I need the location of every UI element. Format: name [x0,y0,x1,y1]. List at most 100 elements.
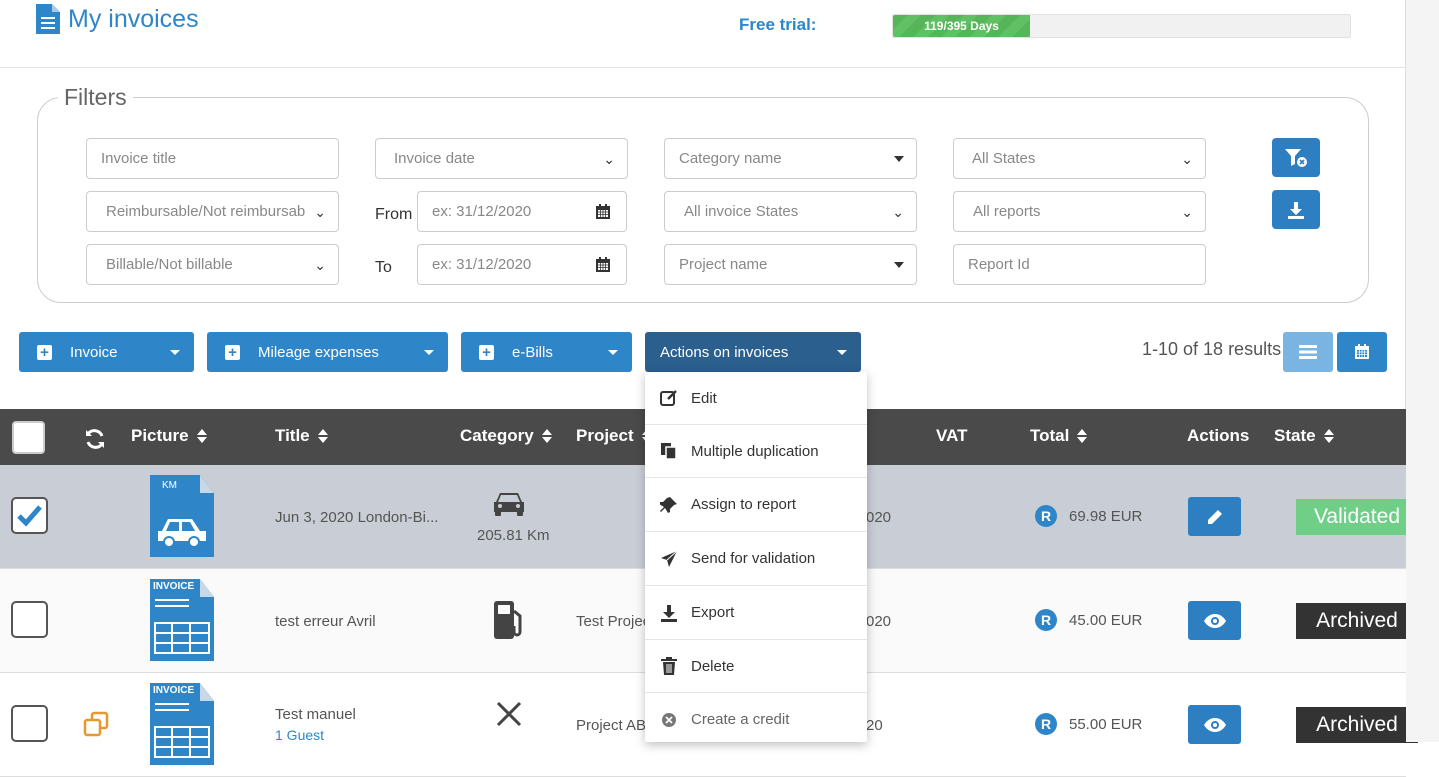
scrollbar-track[interactable] [1406,0,1439,742]
menu-item-assign-to-report[interactable]: Assign to report [645,478,867,532]
menu-item-delete[interactable]: Delete [645,640,867,693]
guest-link[interactable]: 1 Guest [275,727,324,743]
to-date-input[interactable]: ex: 31/12/2020 [417,244,580,285]
menu-item-create-credit[interactable]: Create a credit [645,693,867,746]
doc-label: INVOICE [153,581,195,592]
invoice-states-select[interactable]: All invoice States ⌄ [664,191,917,232]
reports-select[interactable]: All reports ⌄ [953,191,1206,232]
status-text: Archived [1316,609,1398,632]
row-date: 020 [866,509,892,526]
category-name-select[interactable]: Category name [664,138,917,179]
header-picture[interactable]: Picture [131,426,207,446]
download-icon [1288,201,1304,219]
mileage-expenses-button[interactable]: + Mileage expenses [207,332,448,372]
filter-clear-icon [1285,148,1307,167]
list-view-button[interactable] [1283,332,1333,372]
view-button[interactable] [1188,705,1241,744]
plus-icon: + [225,344,240,360]
menu-item-label: Assign to report [691,496,797,513]
status-text: Validated [1313,505,1400,528]
status-text: Archived [1316,713,1398,736]
header-vat[interactable]: VAT [936,426,967,446]
results-count: 1-10 of 18 results [1142,339,1282,359]
header-total[interactable]: Total [1030,426,1088,446]
download-icon [659,603,679,623]
to-date-placeholder: ex: 31/12/2020 [432,256,532,273]
eye-icon [1203,613,1226,628]
menu-item-export[interactable]: Export [645,586,867,640]
trial-progress-fill: 119/395 Days [893,15,1030,37]
chevron-down-icon: ⌄ [1181,204,1193,220]
invoice-table-icon [154,703,210,758]
menu-item-label: Delete [691,657,735,675]
menu-item-send-for-validation[interactable]: Send for validation [645,532,867,586]
caret-down-icon [894,156,904,162]
caret-down-icon [608,350,618,355]
status-badge: Archived [1296,707,1418,743]
to-calendar-button[interactable] [579,244,627,285]
status-badge: Archived [1296,603,1418,647]
trial-progress-bar: 119/395 Days [892,14,1351,38]
edit-icon [659,388,679,408]
invoice-button[interactable]: + Invoice [19,332,194,372]
from-date-input[interactable]: ex: 31/12/2020 [417,191,580,232]
row-date: 020 [866,613,892,630]
plus-icon: + [479,344,494,360]
chevron-down-icon: ⌄ [314,257,326,273]
row-checkbox[interactable] [11,497,48,534]
mileage-document-picture[interactable]: KM [150,475,214,557]
document-icon [36,4,60,34]
menu-item-edit[interactable]: Edit [645,372,867,425]
ebills-button[interactable]: + e-Bills [461,332,632,372]
invoice-document-picture[interactable]: INVOICE [150,683,214,765]
reimbursable-badge: R [1035,609,1057,631]
download-button[interactable] [1272,190,1320,229]
row-title: Test manuel [275,706,356,723]
from-date-placeholder: ex: 31/12/2020 [432,203,532,220]
row-total: 45.00 EUR [1069,612,1143,629]
select-all-checkbox[interactable] [12,421,45,454]
header-title[interactable]: Title [275,426,328,446]
invoice-document-picture[interactable]: INVOICE [150,579,214,661]
sort-icon [317,429,328,443]
row-checkbox[interactable] [11,705,48,742]
actions-on-invoices-button[interactable]: Actions on invoices [645,332,861,372]
calendar-view-button[interactable] [1337,332,1387,372]
header-state[interactable]: State [1274,426,1334,446]
clear-filters-button[interactable] [1272,138,1320,177]
header-category[interactable]: Category [460,426,552,446]
calendar-icon [595,203,610,219]
to-label: To [375,259,392,276]
trial-label: Free trial: [739,15,817,34]
reimbursable-select[interactable]: Reimbursable/Not reimbursab ⌄ [86,191,339,232]
circle-x-icon [659,710,679,730]
invoice-date-select[interactable]: Invoice date ⌄ [375,138,628,179]
report-id-input[interactable]: Report Id [953,244,1206,285]
edit-button[interactable] [1188,497,1241,536]
header-total-label: Total [1030,426,1070,445]
caret-down-icon [837,350,847,355]
billable-select[interactable]: Billable/Not billable ⌄ [86,244,339,285]
page-title: My invoices [36,4,199,34]
car-icon [158,519,206,548]
menu-item-label: Export [691,604,735,621]
header-vat-label: VAT [936,426,968,445]
cutlery-icon [496,701,522,727]
view-button[interactable] [1188,601,1241,640]
header-project[interactable]: Project [576,426,652,446]
pencil-icon [1207,509,1222,524]
filters-legend: Filters [58,84,133,111]
eye-icon [1203,717,1226,732]
from-label: From [375,206,413,223]
from-calendar-button[interactable] [579,191,627,232]
invoice-title-input[interactable]: Invoice title [86,138,339,179]
states-select[interactable]: All States ⌄ [953,138,1206,179]
refresh-icon[interactable] [84,428,106,450]
menu-item-multiple-duplication[interactable]: Multiple duplication [645,425,867,478]
row-total: 55.00 EUR [1069,716,1143,733]
doc-label: KM [162,480,177,491]
row-title: Jun 3, 2020 London-Bi... [275,509,439,526]
row-checkbox[interactable] [11,601,48,638]
project-name-select[interactable]: Project name [664,244,917,285]
checkmark-icon [17,505,42,527]
